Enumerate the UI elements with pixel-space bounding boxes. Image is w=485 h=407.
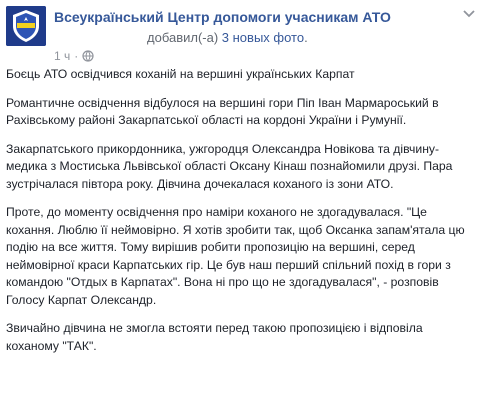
post-paragraph: Романтичне освідчення відбулося на верши… <box>6 95 439 128</box>
post-action: добавил(-а) 3 новых фото. <box>147 30 308 45</box>
post-paragraph: Проте, до моменту освідчення про наміри … <box>6 205 465 307</box>
organization-logo-icon <box>6 6 46 46</box>
page-name-link[interactable]: Всеукраїнський Центр допомоги учасникам … <box>54 9 391 25</box>
post-paragraph: Закарпатського прикордонника, ужгородця … <box>6 141 453 191</box>
post-timestamp[interactable]: 1 ч <box>54 49 70 63</box>
post-paragraph-headline: Боєць АТО освідчився коханій на вершині … <box>6 67 355 81</box>
facebook-post: Всеукраїнський Центр допомоги учасникам … <box>0 0 485 407</box>
post-body: Боєць АТО освідчився коханій на вершині … <box>6 66 478 366</box>
action-suffix: . <box>304 30 308 45</box>
meta-separator: · <box>74 49 79 63</box>
post-header: Всеукраїнський Центр допомоги учасникам … <box>6 6 476 66</box>
page-avatar[interactable] <box>6 6 46 46</box>
photos-link[interactable]: 3 новых фото <box>222 30 304 45</box>
chevron-down-icon[interactable] <box>462 6 476 18</box>
globe-icon[interactable] <box>82 50 94 62</box>
post-meta: 1 ч · <box>54 49 94 63</box>
post-paragraph: Звичайно дівчина не змогла встояти перед… <box>6 321 423 353</box>
action-prefix: добавил(-а) <box>147 30 222 45</box>
